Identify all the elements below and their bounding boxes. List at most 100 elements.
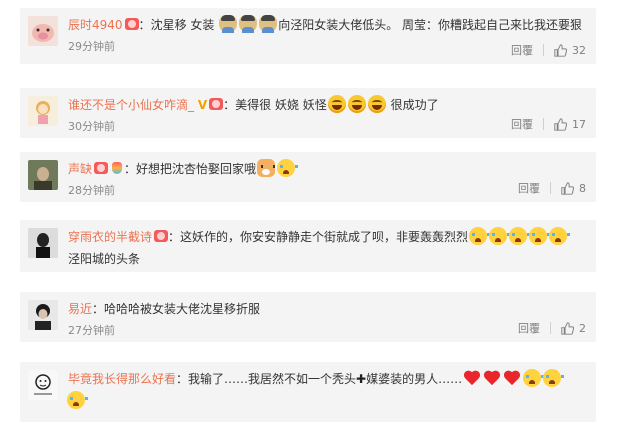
like-button[interactable]: 32 <box>554 44 586 57</box>
tear-emoji-icon <box>549 227 571 245</box>
comment-actions: 回覆 32 <box>511 42 586 58</box>
fan-badge-icon <box>94 162 109 174</box>
comment-card: 易近：哈哈哈被女装大佬沈星移折服 27分钟前 回覆 2 <box>20 292 596 342</box>
comment-body: 声缺 ：好想把沈杏怡娶回家哦 28分钟前 <box>68 158 584 202</box>
reply-button[interactable]: 回覆 <box>511 42 533 58</box>
comment-card: 谁还不是个小仙女咋滴_ V ：美得很 妖娆 妖怪 很成功了 30分钟前 回覆 17 <box>20 88 596 138</box>
comment-line-continued <box>66 390 584 412</box>
comment-actions: 回覆 17 <box>511 116 586 132</box>
doge-emoji-icon <box>257 159 276 177</box>
comment-body: 毕竟我长得那么好看：我输了……我居然不如一个秃头✚媒婆装的男人…… <box>66 368 584 412</box>
comment-body: 谁还不是个小仙女咋滴_ V ：美得很 妖娆 妖怪 很成功了 30分钟前 <box>68 94 584 138</box>
reply-button[interactable]: 回覆 <box>518 180 540 196</box>
comment-text: 很成功了 <box>386 98 439 112</box>
colon: ： <box>168 230 181 244</box>
tear-emoji-icon <box>277 159 299 177</box>
heart-emoji-icon <box>463 371 481 387</box>
comment-body: 辰时4940 ：沈星移 女装 向泾阳女装大佬低头。 周莹：你糟践起自己来比我还要狠… <box>68 14 584 58</box>
fan-badge-icon <box>124 18 139 30</box>
cross-symbol: ✚ <box>356 372 367 386</box>
fan-badge-icon <box>209 98 224 110</box>
face-emoji-icon <box>219 15 238 33</box>
avatar[interactable] <box>28 96 58 126</box>
tear-emoji-icon <box>489 227 511 245</box>
colon: ： <box>138 18 151 32</box>
username[interactable]: 易近 <box>68 302 92 316</box>
comment-text: 这妖作的，你安安静静走个街就成了呗，非要轰轰烈烈 <box>180 230 469 244</box>
comment-body: 易近：哈哈哈被女装大佬沈星移折服 27分钟前 <box>68 298 584 342</box>
comment-actions: 回覆 2 <box>518 320 586 336</box>
reply-button[interactable]: 回覆 <box>518 320 540 336</box>
thumbs-up-icon <box>561 181 574 195</box>
like-count: 8 <box>579 181 586 195</box>
tear-emoji-icon <box>529 227 551 245</box>
comment-line: 易近：哈哈哈被女装大佬沈星移折服 <box>68 298 584 320</box>
vip-badge: V <box>197 98 208 112</box>
username[interactable]: 谁还不是个小仙女咋滴_ <box>68 98 194 112</box>
like-button[interactable]: 2 <box>561 322 586 335</box>
avatar[interactable] <box>28 300 58 330</box>
comment-text: 好想把沈杏怡娶回家哦 <box>136 162 257 176</box>
timestamp: 27分钟前 <box>68 324 115 337</box>
face-emoji-icon <box>259 15 278 33</box>
tear-emoji-icon <box>543 369 565 387</box>
fan-badge-icon <box>154 230 169 242</box>
avatar[interactable] <box>28 370 58 400</box>
comment-card: 辰时4940 ：沈星移 女装 向泾阳女装大佬低头。 周莹：你糟践起自己来比我还要狠… <box>20 8 596 64</box>
tear-emoji-icon <box>509 227 531 245</box>
thumbs-up-icon <box>554 117 567 131</box>
comment-text: 我输了……我居然不如一个秃头 <box>188 372 357 386</box>
comment-card: 穿雨衣的半截诗 ：这妖作的，你安安静静走个街就成了呗，非要轰轰烈烈 泾阳城的头条 <box>20 220 596 272</box>
face-emoji-icon <box>239 15 258 33</box>
reply-button[interactable]: 回覆 <box>511 116 533 132</box>
comment-line: 谁还不是个小仙女咋滴_ V ：美得很 妖娆 妖怪 很成功了 <box>68 94 584 116</box>
thumbs-up-icon <box>561 321 574 335</box>
laugh-cry-emoji-icon <box>347 95 366 113</box>
timestamp: 29分钟前 <box>68 40 115 53</box>
avatar[interactable] <box>28 228 58 258</box>
tear-emoji-icon <box>469 227 491 245</box>
laugh-cry-emoji-icon <box>327 95 346 113</box>
comment-line: 辰时4940 ：沈星移 女装 向泾阳女装大佬低头。 周莹：你糟践起自己来比我还要狠 <box>68 14 584 36</box>
comment-text: 沈星移 女装 <box>150 18 219 32</box>
username[interactable]: 毕竟我长得那么好看 <box>68 372 176 386</box>
tear-emoji-icon <box>523 369 545 387</box>
comment-card: 声缺 ：好想把沈杏怡娶回家哦 28分钟前 回覆 8 <box>20 152 596 202</box>
tear-emoji-icon <box>67 391 88 409</box>
heart-emoji-icon <box>503 371 521 387</box>
comment-text-continued: 泾阳城的头条 <box>68 252 141 266</box>
comment-text: 哈哈哈被女装大佬沈星移折服 <box>104 302 261 316</box>
comment-actions: 回覆 8 <box>518 180 586 196</box>
laugh-cry-emoji-icon <box>367 95 386 113</box>
like-count: 2 <box>579 321 586 335</box>
comment-text: 向泾阳女装大佬低头。 周莹：你糟践起自己来比我还要狠 <box>278 18 583 32</box>
username[interactable]: 辰时4940 <box>68 18 123 32</box>
divider <box>550 182 551 194</box>
colon: ： <box>176 372 189 386</box>
divider <box>543 44 544 56</box>
colon: ： <box>124 162 137 176</box>
divider <box>543 118 544 130</box>
comment-text: 媒婆装的男人…… <box>366 372 463 386</box>
heart-emoji-icon <box>483 371 501 387</box>
username[interactable]: 穿雨衣的半截诗 <box>68 230 152 244</box>
like-button[interactable]: 17 <box>554 118 586 131</box>
like-count: 17 <box>572 117 586 131</box>
avatar[interactable] <box>28 16 58 46</box>
comment-line: 毕竟我长得那么好看：我输了……我居然不如一个秃头✚媒婆装的男人…… <box>68 368 584 390</box>
comment-line: 穿雨衣的半截诗 ：这妖作的，你安安静静走个街就成了呗，非要轰轰烈烈 <box>68 226 584 248</box>
divider <box>550 322 551 334</box>
username[interactable]: 声缺 <box>68 162 92 176</box>
comment-text: 美得很 妖娆 妖怪 <box>235 98 327 112</box>
rainbow-heart-badge-icon <box>110 162 124 174</box>
comment-card: 毕竟我长得那么好看：我输了……我居然不如一个秃头✚媒婆装的男人…… <box>20 362 596 422</box>
comment-line: 声缺 ：好想把沈杏怡娶回家哦 <box>68 158 584 180</box>
timestamp: 28分钟前 <box>68 184 115 197</box>
like-count: 32 <box>572 43 586 57</box>
avatar[interactable] <box>28 160 58 190</box>
colon: ： <box>223 98 236 112</box>
comment-body: 穿雨衣的半截诗 ：这妖作的，你安安静静走个街就成了呗，非要轰轰烈烈 泾阳城的头条 <box>68 226 584 270</box>
like-button[interactable]: 8 <box>561 182 586 195</box>
thumbs-up-icon <box>554 43 567 57</box>
timestamp: 30分钟前 <box>68 120 115 133</box>
